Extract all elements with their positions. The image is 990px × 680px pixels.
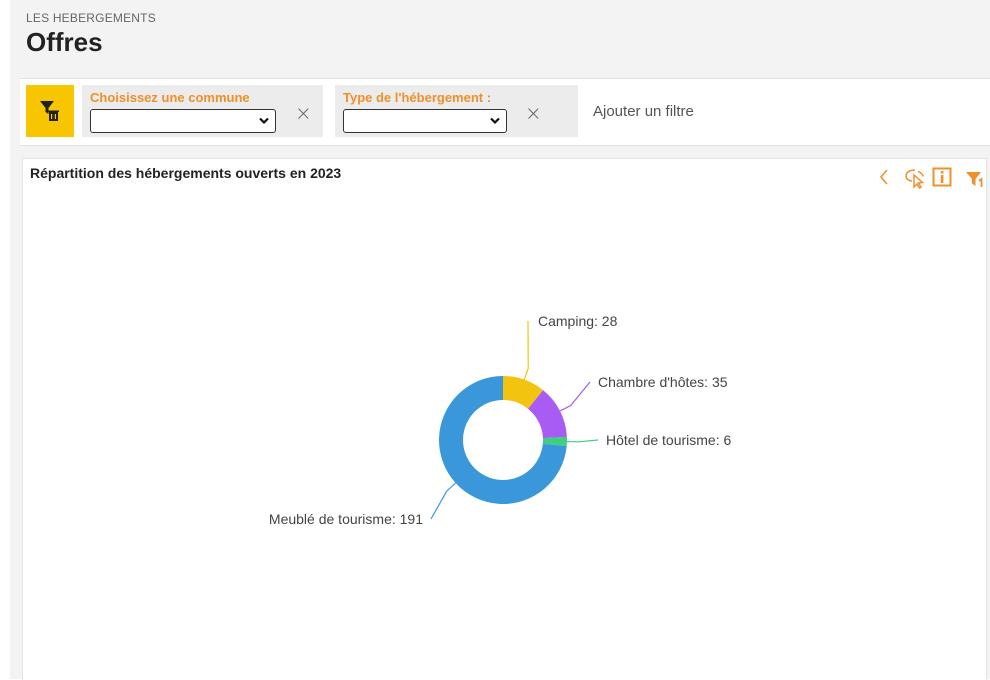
clear-filters-button[interactable] xyxy=(26,85,74,137)
chart-card: Répartition des hébergements ouverts en … xyxy=(22,158,987,680)
add-filter-link[interactable]: Ajouter un filtre xyxy=(593,103,694,120)
label-leader-line xyxy=(430,482,457,520)
filter-delete-icon xyxy=(40,101,59,121)
type-filter-close-icon[interactable]: × xyxy=(525,101,542,125)
label-leader-line xyxy=(566,439,599,443)
commune-select[interactable] xyxy=(90,109,276,133)
chevron-down-icon xyxy=(490,117,500,125)
slice-label: Camping: 28 xyxy=(538,313,618,329)
type-select[interactable] xyxy=(343,109,507,133)
type-filter-label: Type de l'hébergement : xyxy=(343,90,492,105)
type-filter: Type de l'hébergement : × xyxy=(335,85,578,137)
slice-label: Meublé de tourisme: 191 xyxy=(269,511,423,527)
chevron-down-icon xyxy=(259,117,269,125)
section-label: LES HEBERGEMENTS xyxy=(26,11,156,25)
commune-filter-close-icon[interactable]: × xyxy=(295,101,312,125)
page-title: Offres xyxy=(26,27,103,57)
page: LES HEBERGEMENTS Offres Choisissez une c… xyxy=(10,0,990,680)
filter-bar: Choisissez une commune × Type de l'héber… xyxy=(20,78,990,146)
label-leader-line xyxy=(559,381,591,412)
slice-label: Chambre d'hôtes: 35 xyxy=(598,374,728,390)
label-leader-line xyxy=(523,320,529,380)
page-header: LES HEBERGEMENTS Offres xyxy=(10,0,990,70)
commune-filter-label: Choisissez une commune xyxy=(90,90,250,105)
donut-chart: Camping: 28 Chambre d'hôtes: 35 Hôtel de t… xyxy=(269,313,732,527)
slice-label: Hôtel de tourisme: 6 xyxy=(606,432,731,448)
commune-filter: Choisissez une commune × xyxy=(82,85,323,137)
